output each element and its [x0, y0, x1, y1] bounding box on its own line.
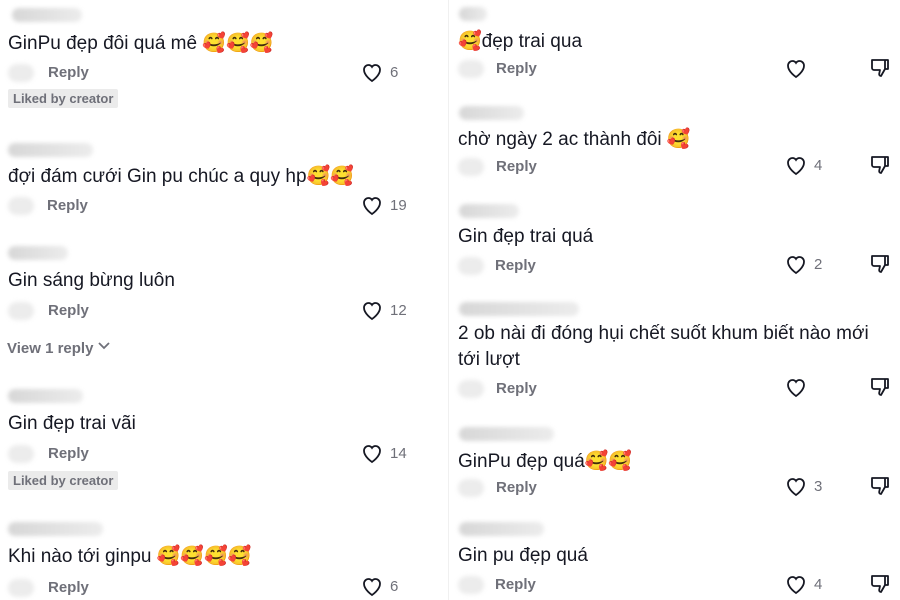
comment-item: chờ ngày 2 ac thành đôi 🥰 Reply 4 — [449, 98, 900, 188]
comment-item: Gin đẹp trai quá Reply 2 — [449, 198, 900, 288]
like-button[interactable]: 12 — [360, 299, 407, 321]
heart-outline-icon — [787, 157, 805, 176]
comment-text: Gin đẹp trai quá — [458, 226, 594, 247]
heart-outline-icon — [363, 302, 381, 321]
comment-text: Gin sáng bừng luôn — [8, 270, 175, 291]
comment-item: 2 ob nài đi đóng hụi chết suốt khum biết… — [449, 296, 900, 406]
reply-button[interactable]: Reply — [48, 64, 89, 81]
blurred-username — [459, 302, 579, 316]
view-replies-button[interactable]: View 1 reply — [7, 340, 111, 357]
comment-item: Gin đẹp trai vãi Reply 14 Liked by creat… — [0, 383, 448, 498]
reply-button[interactable]: Reply — [496, 60, 537, 77]
comment-item: 🥰đẹp trai qua Reply — [449, 0, 900, 90]
like-count: 4 — [814, 575, 823, 593]
blurred-username — [459, 427, 554, 441]
heart-outline-icon — [787, 478, 805, 497]
like-count: 3 — [814, 477, 823, 495]
like-button[interactable]: 19 — [360, 194, 407, 216]
reply-button[interactable]: Reply — [48, 579, 89, 596]
comment-text: GinPu đẹp quá🥰🥰 — [458, 451, 633, 472]
blurred-username — [8, 246, 68, 260]
comment-item: Gin sáng bừng luôn Reply 12 View 1 reply — [0, 240, 448, 360]
reply-button[interactable]: Reply — [495, 257, 536, 274]
thumbs-down-icon[interactable] — [869, 57, 891, 79]
thumbs-down-icon[interactable] — [869, 573, 891, 595]
reply-button[interactable]: Reply — [495, 576, 536, 593]
like-button[interactable]: 2 — [784, 253, 822, 275]
like-button[interactable] — [784, 376, 814, 398]
like-button[interactable]: 14 — [360, 442, 407, 464]
reply-button[interactable]: Reply — [496, 380, 537, 397]
like-count: 12 — [390, 301, 407, 319]
blurred-username — [459, 7, 487, 21]
reply-button[interactable]: Reply — [48, 445, 89, 462]
reply-button[interactable]: Reply — [496, 479, 537, 496]
blurred-avatar — [8, 197, 34, 215]
comment-item: GinPu đẹp quá🥰🥰 Reply 3 — [449, 422, 900, 507]
blurred-avatar — [8, 64, 34, 82]
view-replies-label: View 1 reply — [7, 340, 94, 357]
blurred-avatar — [458, 158, 484, 176]
heart-outline-icon — [363, 445, 381, 464]
heart-outline-icon — [787, 379, 805, 398]
thumbs-down-icon[interactable] — [869, 253, 891, 275]
blurred-avatar — [458, 257, 484, 275]
heart-outline-icon — [787, 576, 805, 595]
thumbs-down-icon[interactable] — [869, 154, 891, 176]
thumbs-down-icon[interactable] — [869, 376, 891, 398]
comment-text: chờ ngày 2 ac thành đôi 🥰 — [458, 129, 691, 150]
like-count: 6 — [390, 63, 399, 81]
comment-column-right: 🥰đẹp trai qua Reply chờ ngày 2 ac thành … — [448, 0, 900, 600]
like-count: 2 — [814, 255, 823, 273]
blurred-username — [8, 522, 103, 536]
like-button[interactable]: 4 — [784, 573, 822, 595]
blurred-avatar — [458, 380, 484, 398]
comment-text: đợi đám cưới Gin pu chúc a quy hp🥰🥰 — [8, 166, 354, 187]
comment-text: Gin đẹp trai vãi — [8, 413, 136, 434]
comment-text: 🥰đẹp trai qua — [458, 31, 583, 52]
comment-text: Khi nào tới ginpu 🥰🥰🥰🥰 — [8, 546, 252, 567]
like-button[interactable]: 6 — [360, 61, 398, 83]
reply-button[interactable]: Reply — [48, 302, 89, 319]
like-button[interactable]: 6 — [360, 575, 398, 597]
comment-text: 2 ob nài đi đóng hụi chết suốt khum biết… — [458, 323, 869, 370]
like-count: 14 — [390, 444, 407, 462]
heart-outline-icon — [363, 197, 381, 216]
heart-outline-icon — [363, 578, 381, 597]
like-count: 6 — [390, 577, 399, 595]
blurred-avatar — [8, 579, 34, 597]
blurred-username — [8, 389, 83, 403]
comment-item: GinPu đẹp đôi quá mê 🥰🥰🥰 Reply 6 Liked b… — [0, 0, 448, 115]
comment-column-left: GinPu đẹp đôi quá mê 🥰🥰🥰 Reply 6 Liked b… — [0, 0, 448, 600]
reply-button[interactable]: Reply — [47, 197, 88, 214]
like-count: 19 — [390, 196, 407, 214]
like-button[interactable]: 3 — [784, 475, 822, 497]
like-count: 4 — [814, 156, 823, 174]
reply-button[interactable]: Reply — [496, 158, 537, 175]
liked-by-creator-badge: Liked by creator — [8, 89, 119, 108]
thumbs-down-icon[interactable] — [869, 475, 891, 497]
comment-item: Khi nào tới ginpu 🥰🥰🥰🥰 Reply 6 — [0, 518, 448, 600]
heart-outline-icon — [363, 64, 381, 83]
blurred-username — [459, 522, 544, 536]
blurred-avatar — [458, 60, 484, 78]
liked-by-creator-badge: Liked by creator — [8, 471, 119, 490]
blurred-username — [12, 8, 82, 22]
comment-item: Gin pu đẹp quá Reply 4 — [449, 518, 900, 600]
blurred-username — [8, 143, 93, 157]
heart-outline-icon — [787, 60, 805, 79]
blurred-avatar — [458, 576, 484, 594]
comment-text: GinPu đẹp đôi quá mê 🥰🥰🥰 — [8, 33, 274, 54]
like-button[interactable] — [784, 57, 814, 79]
like-button[interactable]: 4 — [784, 154, 822, 176]
blurred-avatar — [458, 479, 484, 497]
blurred-avatar — [8, 445, 34, 463]
blurred-avatar — [8, 302, 34, 320]
comment-text: Gin pu đẹp quá — [458, 545, 588, 566]
blurred-username — [459, 106, 524, 120]
heart-outline-icon — [787, 256, 805, 275]
blurred-username — [459, 204, 519, 218]
comment-item: đợi đám cưới Gin pu chúc a quy hp🥰🥰 Repl… — [0, 135, 448, 225]
chevron-down-icon — [97, 338, 111, 355]
